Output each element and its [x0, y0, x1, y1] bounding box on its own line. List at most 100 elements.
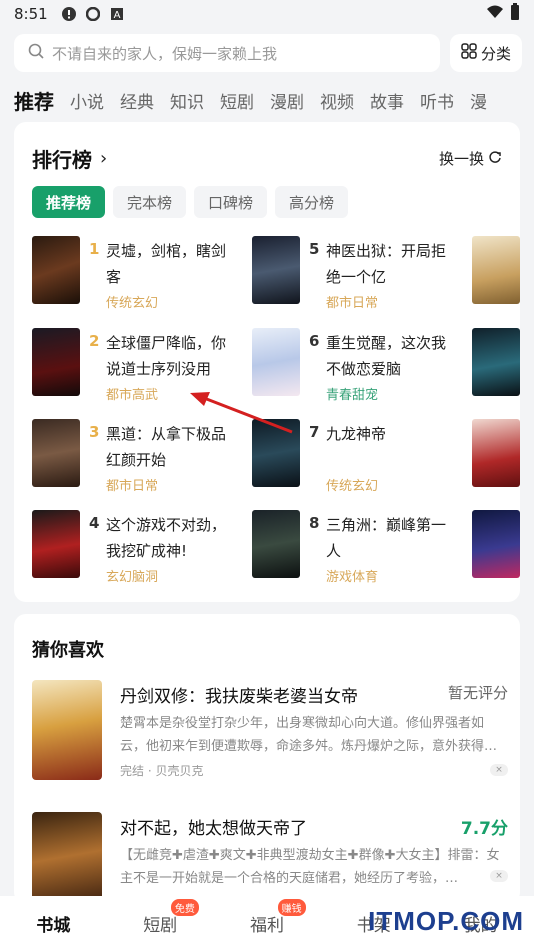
rank-number: 7	[309, 423, 320, 441]
book-cover	[252, 236, 300, 304]
rank-item[interactable]: 5 神医出狱：开局拒绝一个亿 都市日常	[252, 236, 462, 314]
rank-item[interactable]: 6 重生觉醒，这次我不做恋爱脑 青春甜宠	[252, 328, 462, 406]
battery-icon	[510, 3, 520, 25]
tab-classic[interactable]: 经典	[120, 88, 154, 113]
rank-item-title: 灵墟，剑棺，瞎剑客	[106, 242, 227, 286]
tab-audiobook[interactable]: 听书	[420, 88, 454, 113]
refresh-icon	[488, 150, 502, 168]
rank-item-title: 三角洲：巅峰第一人	[326, 516, 447, 560]
nav-bookstore[interactable]: 书城	[0, 911, 107, 936]
tab-short-drama[interactable]: 短剧	[220, 88, 254, 113]
grid-icon	[461, 43, 477, 63]
channel-tabs: 推荐 小说 经典 知识 短剧 漫剧 视频 故事 听书 漫	[14, 84, 534, 116]
book-desc: 【无雌竞✚虐渣✚爽文✚非典型渡劫女主✚群像✚大女主】排雷：女主不是一开始就是一个…	[120, 848, 500, 886]
search-placeholder: 不请自来的家人，保姆一家赖上我	[52, 44, 278, 63]
rank-item-title: 全球僵尸降临，你说道士序列没用	[106, 334, 227, 378]
book-desc: 楚霄本是杂役堂打杂少年，出身寒微却心向大道。修仙界强者如云，他初来乍到便遭欺辱，…	[120, 716, 498, 754]
nav-label: 福利	[249, 915, 284, 936]
free-badge: 免费	[170, 898, 199, 916]
book-score: 暂无评分	[447, 684, 508, 702]
book-cover	[32, 328, 80, 396]
rank-item[interactable]: 7 九龙神帝 传统玄幻	[252, 419, 462, 497]
rank-item-genre: 传统玄幻	[326, 479, 379, 494]
book-cover	[32, 680, 102, 780]
tab-high-score-rank[interactable]: 高分榜	[275, 186, 349, 218]
book-item[interactable]: 对不起，她太想做天帝了 7.7分 【无雌竞✚虐渣✚爽文✚非典型渡劫女主✚群像✚大…	[32, 812, 508, 904]
guess-title: 猜你喜欢	[32, 640, 104, 661]
rank-item[interactable]: 1 灵墟，剑棺，瞎剑客 传统玄幻	[32, 236, 242, 314]
tab-reputation-rank[interactable]: 口碑榜	[194, 186, 268, 218]
rank-number: 5	[309, 240, 320, 258]
rank-number: 2	[89, 332, 100, 350]
ranking-card: 排行榜 › 换一换 推荐榜 完本榜 口碑榜 高分榜 1 灵墟，剑棺，瞎剑客 传统…	[14, 122, 520, 602]
tab-story[interactable]: 故事	[370, 88, 404, 113]
book-cover[interactable]	[472, 510, 520, 578]
rank-item[interactable]: 3 黑道：从拿下极品红颜开始 都市日常	[32, 419, 242, 497]
status-right	[486, 3, 520, 25]
search-row: 不请自来的家人，保姆一家赖上我 分类	[14, 34, 522, 72]
rank-number: 6	[309, 332, 320, 350]
guess-card: 猜你喜欢 丹剑双修：我扶废柴老婆当女帝 暂无评分 楚霄本是杂役堂打杂少年，出身寒…	[14, 614, 520, 904]
rank-item[interactable]: 4 这个游戏不对劲，我挖矿成神! 玄幻脑洞	[32, 510, 242, 588]
tab-video[interactable]: 视频	[320, 88, 354, 113]
nav-short-drama[interactable]: 短剧 免费	[107, 898, 214, 936]
rank-item-title: 这个游戏不对劲，我挖矿成神!	[106, 516, 227, 560]
ranking-title[interactable]: 排行榜	[32, 144, 92, 173]
rank-item-genre: 传统玄幻	[106, 296, 159, 311]
rank-item-title: 黑道：从拿下极品红颜开始	[106, 425, 227, 469]
rank-item[interactable]: 2 全球僵尸降临，你说道士序列没用 都市高武	[32, 328, 242, 406]
alert-icon	[61, 7, 76, 21]
rank-item-title: 九龙神帝	[326, 425, 387, 443]
rank-item-genre: 青春甜宠	[326, 388, 379, 403]
book-cover[interactable]	[472, 236, 520, 304]
watermark: ITMOP.COM	[368, 906, 524, 936]
category-button[interactable]: 分类	[450, 34, 522, 72]
close-icon[interactable]: ×	[490, 764, 508, 776]
tab-recommend[interactable]: 推荐	[14, 86, 54, 115]
earn-badge: 赚钱	[277, 898, 306, 916]
status-bar: 8:51 A	[0, 0, 534, 28]
rank-item-genre: 都市高武	[106, 388, 159, 403]
tab-knowledge[interactable]: 知识	[170, 88, 204, 113]
nav-label: 短剧	[143, 915, 178, 936]
svg-text:A: A	[113, 10, 120, 21]
swap-label: 换一换	[438, 150, 484, 168]
app-icon	[85, 6, 100, 22]
wifi-icon	[486, 5, 504, 23]
nav-label: 书城	[36, 915, 71, 936]
book-item[interactable]: 丹剑双修：我扶废柴老婆当女帝 暂无评分 楚霄本是杂役堂打杂少年，出身寒微却心向大…	[32, 680, 508, 800]
ranking-tabs: 推荐榜 完本榜 口碑榜 高分榜	[32, 186, 349, 218]
book-score: 7.7分	[460, 819, 508, 839]
tab-complete-rank[interactable]: 完本榜	[113, 186, 187, 218]
tab-comic-drama[interactable]: 漫剧	[270, 88, 304, 113]
book-cover	[32, 419, 80, 487]
book-title: 丹剑双修：我扶废柴老婆当女帝	[120, 687, 358, 707]
close-icon[interactable]: ×	[490, 870, 508, 882]
ranking-grid: 1 灵墟，剑棺，瞎剑客 传统玄幻 2 全球僵尸降临，你说道士序列没用 都市高武 …	[32, 236, 520, 596]
chevron-right-icon[interactable]: ›	[100, 148, 107, 169]
book-cover	[252, 328, 300, 396]
tab-novel[interactable]: 小说	[70, 88, 104, 113]
book-cover	[32, 236, 80, 304]
swap-button[interactable]: 换一换	[439, 148, 502, 169]
tab-recommend-rank[interactable]: 推荐榜	[32, 186, 106, 218]
rank-item-genre: 都市日常	[326, 296, 379, 311]
rank-item[interactable]: 8 三角洲：巅峰第一人 游戏体育	[252, 510, 462, 588]
book-cover	[32, 812, 102, 904]
book-cover[interactable]	[472, 328, 520, 396]
book-cover	[32, 510, 80, 578]
book-cover	[252, 419, 300, 487]
book-cover	[252, 510, 300, 578]
rank-item-title: 重生觉醒，这次我不做恋爱脑	[326, 334, 447, 378]
rank-number: 3	[89, 423, 100, 441]
rank-number: 1	[89, 240, 100, 258]
search-input[interactable]: 不请自来的家人，保姆一家赖上我	[14, 34, 440, 72]
rank-number: 4	[89, 514, 100, 532]
font-icon: A	[110, 7, 124, 21]
status-time: 8:51	[14, 5, 48, 23]
search-icon	[28, 43, 44, 63]
tab-comic[interactable]: 漫	[470, 88, 487, 113]
book-cover[interactable]	[472, 419, 520, 487]
rank-item-genre: 游戏体育	[326, 570, 379, 585]
nav-welfare[interactable]: 福利 赚钱	[214, 898, 321, 936]
